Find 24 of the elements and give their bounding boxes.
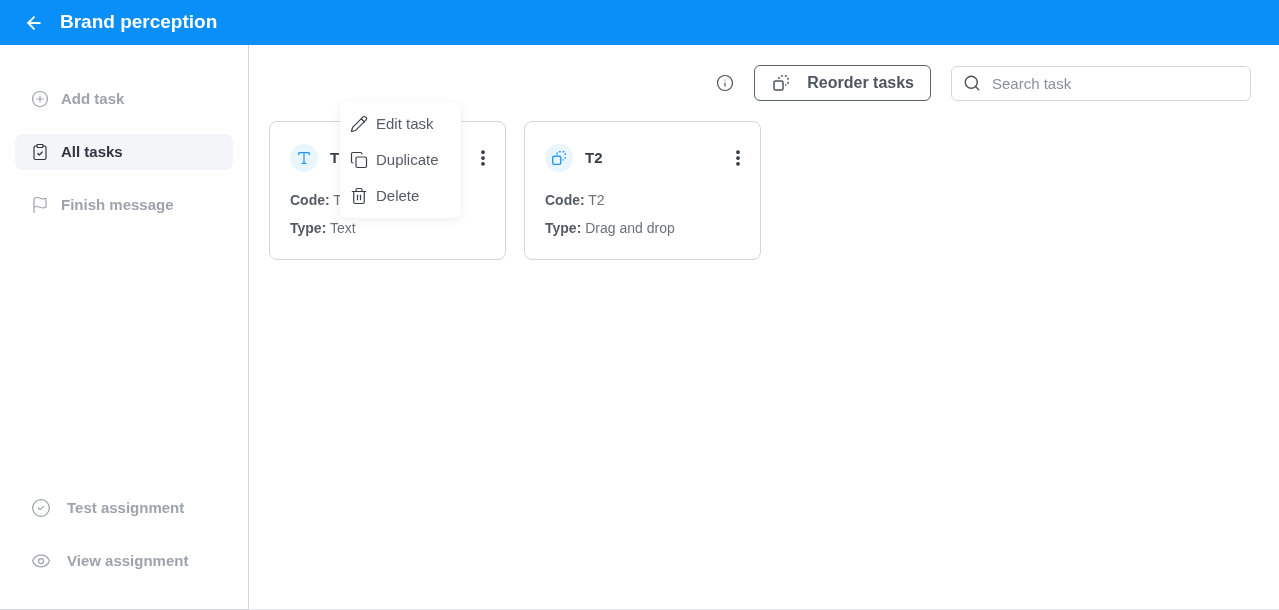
task-card[interactable]: T2 Code: T2 Type: Drag and drop	[524, 121, 761, 260]
card-code: Code: T2	[545, 191, 605, 210]
card-type: Type: Text	[290, 219, 356, 238]
sidebar-item[interactable]: All tasks	[15, 134, 233, 170]
flag-icon	[31, 196, 49, 214]
page-title: Brand perception	[60, 10, 218, 35]
text-type-icon	[290, 144, 318, 172]
search-icon	[963, 73, 981, 92]
info-icon[interactable]	[716, 74, 735, 92]
menu-item[interactable]: Duplicate	[340, 142, 461, 178]
trash-icon	[350, 187, 368, 205]
pencil-icon	[350, 115, 368, 133]
clipboard-icon	[31, 143, 49, 161]
menu-item[interactable]: Delete	[340, 178, 461, 214]
plus-circle-icon	[31, 90, 49, 108]
check-circle-icon	[31, 498, 51, 518]
card-title: T2	[585, 147, 603, 168]
dashed-squares-icon	[545, 144, 573, 172]
search-field[interactable]: Search task	[951, 65, 1251, 101]
card-type: Type: Drag and drop	[545, 219, 675, 238]
card-title: T	[330, 147, 340, 168]
copy-icon	[350, 151, 368, 169]
reorder-icon	[771, 73, 792, 93]
reorder-button[interactable]: Reorder tasks	[754, 65, 931, 101]
